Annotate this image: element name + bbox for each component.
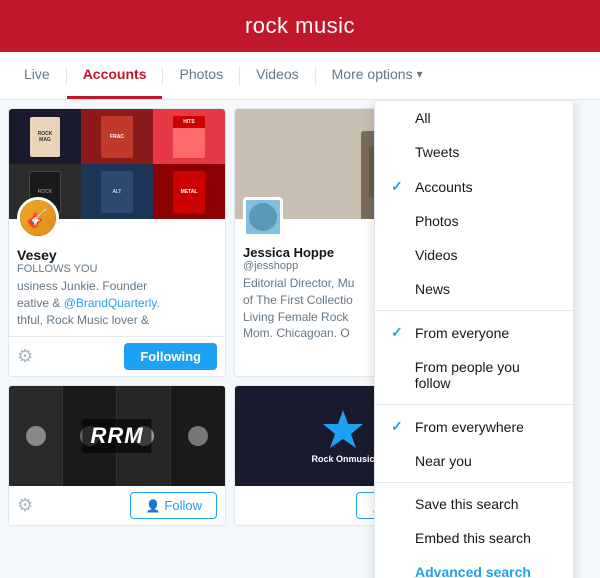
dropdown-item-near-you[interactable]: Near you xyxy=(375,444,573,478)
dropdown-item-embed-search[interactable]: Embed this search xyxy=(375,521,573,555)
dropdown-divider-2 xyxy=(375,404,573,405)
gear-icon[interactable]: ⚙ xyxy=(17,346,33,367)
banner-cell-1: ROCKMAG xyxy=(9,109,81,164)
person-icon: 👤 xyxy=(145,499,160,513)
banner-cell-3: HITS xyxy=(153,109,225,164)
dropdown-item-all[interactable]: All xyxy=(375,101,573,135)
dropdown-item-news[interactable]: News xyxy=(375,272,573,306)
follows-you-badge: FOLLOWS YOU xyxy=(17,263,217,275)
rockon-label: Rock Onmusic xyxy=(311,454,374,464)
dropdown-item-from-people[interactable]: From people you follow xyxy=(375,350,573,400)
card-footer: ⚙ Following xyxy=(9,336,225,376)
dropdown-item-advanced-search[interactable]: Advanced search xyxy=(375,555,573,578)
account-card-vesey: ROCKMAG FRAC HITS xyxy=(8,108,226,377)
banner-cell-6: METAL xyxy=(153,164,225,219)
dropdown-item-accounts[interactable]: ✓ Accounts xyxy=(375,169,573,204)
dropdown-item-save-search[interactable]: Save this search xyxy=(375,487,573,521)
dropdown-divider-3 xyxy=(375,482,573,483)
follow-button[interactable]: 👤 Follow xyxy=(130,492,217,519)
star-icon xyxy=(321,408,365,452)
banner-cell-5: ALT xyxy=(81,164,153,219)
dropdown-menu: All Tweets ✓ Accounts Photos Videos News… xyxy=(374,100,574,578)
avatar xyxy=(243,197,283,237)
dropdown-item-from-everywhere[interactable]: ✓ From everywhere xyxy=(375,409,573,444)
tab-live[interactable]: Live xyxy=(8,52,66,99)
tab-videos[interactable]: Videos xyxy=(240,52,315,99)
rrm-banner: RRM xyxy=(9,386,225,486)
dropdown-item-photos[interactable]: Photos xyxy=(375,204,573,238)
chevron-down-icon: ▾ xyxy=(417,67,423,81)
dropdown-item-videos[interactable]: Videos xyxy=(375,238,573,272)
tab-photos[interactable]: Photos xyxy=(163,52,239,99)
banner-cell-2: FRAC xyxy=(81,109,153,164)
main-content: ROCKMAG FRAC HITS xyxy=(0,100,600,578)
tab-accounts[interactable]: Accounts xyxy=(67,52,163,99)
account-name: Vesey xyxy=(17,247,217,263)
dropdown-item-from-everyone[interactable]: ✓ From everyone xyxy=(375,315,573,350)
account-bio: usiness Junkie. Foundereative & @BrandQu… xyxy=(17,278,217,328)
tab-more-options[interactable]: More options ▾ xyxy=(316,52,439,99)
dropdown-item-tweets[interactable]: Tweets xyxy=(375,135,573,169)
avatar: 🎸 xyxy=(17,197,59,239)
account-card-rrm: RRM ⚙ 👤 Follow xyxy=(8,385,226,526)
nav-tabs: Live Accounts Photos Videos More options… xyxy=(0,52,600,100)
header: rock music xyxy=(0,0,600,52)
page-title: rock music xyxy=(245,13,355,39)
following-button[interactable]: Following xyxy=(124,343,217,370)
dropdown-divider-1 xyxy=(375,310,573,311)
gear-icon[interactable]: ⚙ xyxy=(17,495,33,516)
card-footer: ⚙ 👤 Follow xyxy=(9,486,225,525)
